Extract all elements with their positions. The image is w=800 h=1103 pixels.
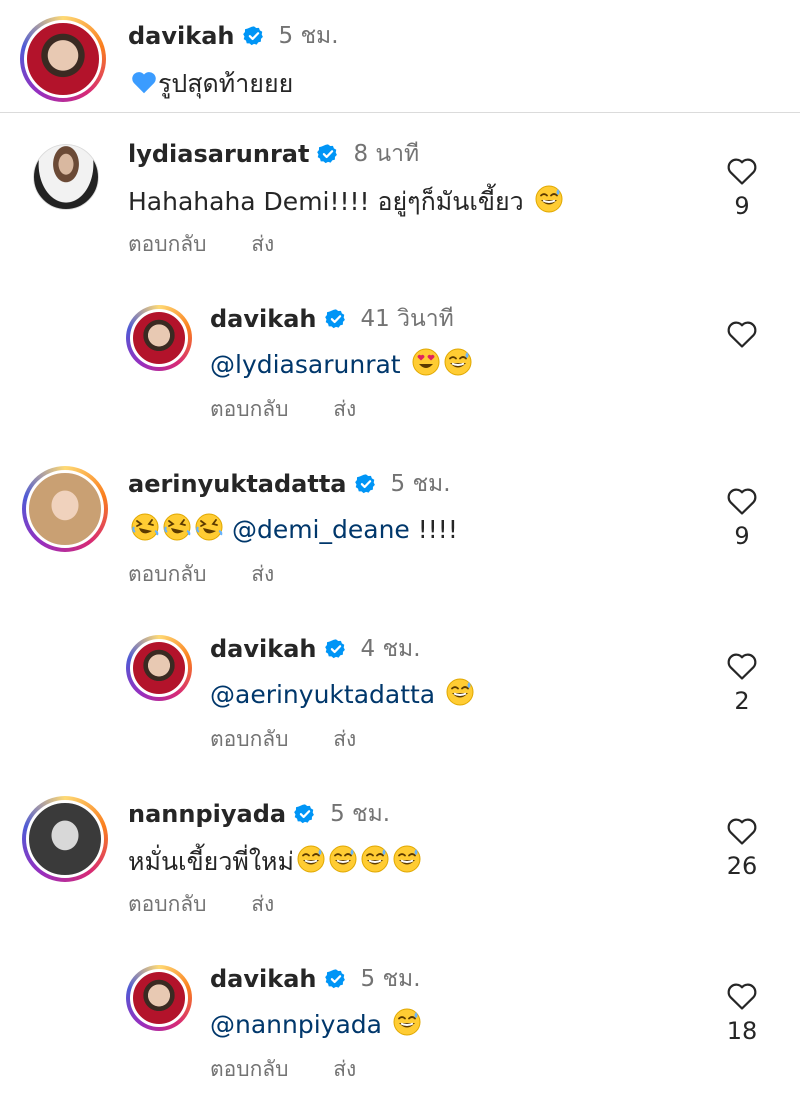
verified-badge-icon: [317, 143, 339, 165]
post-caption: davikah 5 ชม. รูปสุดท้ายยย: [0, 0, 800, 112]
like-control[interactable]: [722, 319, 762, 349]
like-count: 26: [726, 852, 758, 880]
grinning-sweat-icon: [360, 844, 390, 874]
like-control[interactable]: 2: [722, 651, 762, 715]
avatar[interactable]: [126, 305, 192, 371]
heart-icon[interactable]: [726, 486, 758, 516]
verified-badge-icon: [325, 638, 347, 660]
verified-badge-icon: [243, 25, 265, 47]
comment-text: หมั่นเขี้ยวพี่ใหม่: [128, 842, 422, 882]
grinning-sweat-icon: [445, 677, 475, 707]
grinning-sweat-icon: [534, 184, 564, 214]
timestamp: 5 ชม.: [360, 966, 421, 992]
reply-button[interactable]: ตอบกลับ: [128, 892, 207, 916]
reply-button[interactable]: ตอบกลับ: [128, 562, 207, 586]
avatar[interactable]: [126, 965, 192, 1031]
like-control[interactable]: 9: [722, 156, 762, 220]
caption-text: รูปสุดท้ายยย: [128, 64, 293, 104]
verified-badge-icon: [355, 473, 377, 495]
like-control[interactable]: 26: [722, 816, 762, 880]
send-button[interactable]: ส่ง: [251, 562, 274, 586]
like-count: 9: [734, 192, 750, 220]
comment-item: aerinyuktadatta 5 ชม. @demi_deane !!!! ต…: [0, 458, 800, 608]
username[interactable]: lydiasarunrat: [128, 140, 309, 168]
comment-item: nannpiyada 5 ชม. หมั่นเขี้ยวพี่ใหม่ ตอบก…: [0, 788, 800, 938]
heart-eyes-icon: [411, 347, 441, 377]
like-count: 9: [734, 522, 750, 550]
verified-badge-icon: [294, 803, 316, 825]
comment-text: @demi_deane !!!!: [128, 512, 458, 544]
comment-text: @lydiasarunrat: [210, 347, 473, 379]
mention-link[interactable]: @aerinyuktadatta: [210, 680, 435, 709]
reply-item: davikah 41 วินาที @lydiasarunrat ตอบกลับ…: [0, 293, 800, 443]
grinning-sweat-icon: [443, 347, 473, 377]
mention-link[interactable]: @lydiasarunrat: [210, 350, 401, 379]
reply-button[interactable]: ตอบกลับ: [210, 397, 289, 421]
grinning-sweat-icon: [328, 844, 358, 874]
reply-item: davikah 5 ชม. @nannpiyada ตอบกลับ ส่ง 18: [0, 953, 800, 1103]
timestamp: 8 นาที: [353, 141, 420, 167]
verified-badge-icon: [325, 968, 347, 990]
timestamp: 4 ชม.: [360, 636, 421, 662]
username[interactable]: nannpiyada: [128, 800, 286, 828]
avatar[interactable]: [20, 16, 106, 102]
heart-icon[interactable]: [726, 651, 758, 681]
heart-icon[interactable]: [726, 981, 758, 1011]
grinning-sweat-icon: [392, 1007, 422, 1037]
username[interactable]: davikah: [210, 965, 317, 993]
comment-item: lydiasarunrat 8 นาที Hahahaha Demi!!!! อ…: [0, 128, 800, 278]
grinning-sweat-icon: [296, 844, 326, 874]
heart-icon[interactable]: [726, 319, 758, 349]
reply-button[interactable]: ตอบกลับ: [210, 1057, 289, 1081]
send-button[interactable]: ส่ง: [333, 1057, 356, 1081]
like-control[interactable]: 9: [722, 486, 762, 550]
like-control[interactable]: 18: [722, 981, 762, 1045]
avatar[interactable]: [126, 635, 192, 701]
like-count: 2: [734, 687, 750, 715]
heart-icon[interactable]: [726, 816, 758, 846]
rofl-icon: [194, 512, 224, 542]
like-count: 18: [726, 1017, 758, 1045]
divider: [0, 112, 800, 113]
avatar[interactable]: [22, 466, 108, 552]
comment-text: @nannpiyada: [210, 1007, 422, 1039]
username[interactable]: aerinyuktadatta: [128, 470, 347, 498]
send-button[interactable]: ส่ง: [251, 892, 274, 916]
reply-item: davikah 4 ชม. @aerinyuktadatta ตอบกลับ ส…: [0, 623, 800, 773]
send-button[interactable]: ส่ง: [251, 232, 274, 256]
verified-badge-icon: [325, 308, 347, 330]
username[interactable]: davikah: [128, 22, 235, 50]
timestamp: 5 ชม.: [330, 801, 391, 827]
rofl-icon: [130, 512, 160, 542]
heart-icon[interactable]: [726, 156, 758, 186]
send-button[interactable]: ส่ง: [333, 397, 356, 421]
send-button[interactable]: ส่ง: [333, 727, 356, 751]
mention-link[interactable]: @demi_deane: [232, 515, 410, 544]
timestamp: 41 วินาที: [360, 306, 454, 332]
avatar[interactable]: [22, 796, 108, 882]
username[interactable]: davikah: [210, 305, 317, 333]
avatar[interactable]: [33, 144, 99, 210]
reply-button[interactable]: ตอบกลับ: [128, 232, 207, 256]
timestamp: 5 ชม.: [390, 471, 451, 497]
reply-button[interactable]: ตอบกลับ: [210, 727, 289, 751]
mention-link[interactable]: @nannpiyada: [210, 1010, 382, 1039]
timestamp: 5 ชม.: [278, 23, 339, 49]
rofl-icon: [162, 512, 192, 542]
comment-text: @aerinyuktadatta: [210, 677, 475, 709]
blue-heart-icon: [130, 68, 158, 96]
grinning-sweat-icon: [392, 844, 422, 874]
comment-text: Hahahaha Demi!!!! อยู่ๆก็มันเขี้ยว: [128, 182, 564, 222]
username[interactable]: davikah: [210, 635, 317, 663]
